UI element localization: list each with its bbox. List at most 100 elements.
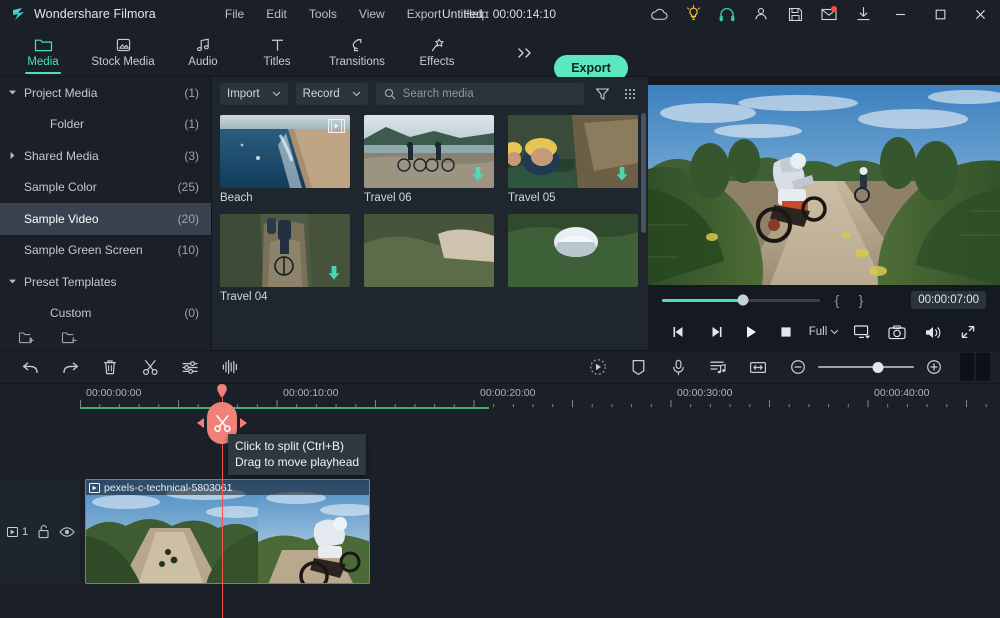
media-thumbnail-travel04[interactable] xyxy=(220,214,350,287)
fullscreen-button[interactable] xyxy=(951,317,986,347)
media-thumbnail-forest[interactable] xyxy=(364,214,494,287)
timeline-clip[interactable]: pexels-c-technical-5803061 xyxy=(85,479,370,584)
download-icon[interactable] xyxy=(846,0,880,28)
video-track-1[interactable]: 1 pexels-c-technical-5803061 xyxy=(0,479,1000,584)
media-thumbnail-beach[interactable] xyxy=(220,115,350,188)
preview-progress-slider[interactable] xyxy=(662,294,820,306)
mark-in-button[interactable]: { xyxy=(830,292,844,308)
panel-layout-toggles[interactable] xyxy=(960,353,990,381)
sidebar-item-sample-green-screen[interactable]: Sample Green Screen (10) xyxy=(0,235,211,267)
search-input[interactable] xyxy=(402,87,576,100)
new-folder-icon[interactable] xyxy=(18,330,35,345)
render-preview-icon[interactable] xyxy=(578,353,618,381)
media-panel-scrollbar[interactable] xyxy=(641,113,646,233)
panel-toggle-left[interactable] xyxy=(960,353,974,381)
timeline-zoom-slider[interactable] xyxy=(818,360,914,374)
display-settings-button[interactable] xyxy=(844,317,879,347)
snapshot-camera-button[interactable] xyxy=(880,317,915,347)
sidebar-count: (25) xyxy=(177,180,199,195)
sidebar-item-sample-color[interactable]: Sample Color (25) xyxy=(0,172,211,204)
media-item[interactable]: Travel 05 xyxy=(508,115,638,204)
menu-item-file[interactable]: File xyxy=(214,3,255,25)
preview-timecode[interactable]: 00:00:07:00 xyxy=(911,291,986,309)
redo-icon[interactable] xyxy=(50,353,90,381)
mail-icon[interactable] xyxy=(812,0,846,28)
preview-quality-dropdown[interactable]: Full xyxy=(804,326,845,338)
media-item[interactable] xyxy=(364,214,494,303)
visibility-eye-icon[interactable] xyxy=(59,526,75,538)
audio-detach-icon[interactable] xyxy=(210,353,250,381)
chevron-right-icon[interactable] xyxy=(0,151,24,160)
panel-toggle-right[interactable] xyxy=(976,353,990,381)
save-icon[interactable] xyxy=(778,0,812,28)
close-button[interactable] xyxy=(960,0,1000,28)
track-header[interactable]: 1 xyxy=(0,479,80,584)
stop-button[interactable] xyxy=(768,317,803,347)
volume-button[interactable] xyxy=(915,317,950,347)
lightbulb-icon[interactable] xyxy=(676,0,710,28)
tab-audio[interactable]: Audio xyxy=(166,29,240,76)
mark-out-button[interactable]: } xyxy=(854,292,868,308)
media-item[interactable]: Beach xyxy=(220,115,350,204)
voiceover-microphone-icon[interactable] xyxy=(658,353,698,381)
sidebar-item-preset-templates[interactable]: Preset Templates xyxy=(0,266,211,298)
play-button[interactable] xyxy=(733,317,768,347)
headphones-icon[interactable] xyxy=(710,0,744,28)
undo-icon[interactable] xyxy=(10,353,50,381)
download-badge-icon[interactable] xyxy=(327,265,341,281)
sidebar-item-shared-media[interactable]: Shared Media (3) xyxy=(0,140,211,172)
maximize-button[interactable] xyxy=(920,0,960,28)
unlock-icon[interactable] xyxy=(37,524,50,539)
delete-icon[interactable] xyxy=(90,353,130,381)
chevron-down-icon[interactable] xyxy=(0,277,24,286)
minimize-button[interactable] xyxy=(880,0,920,28)
cloud-icon[interactable] xyxy=(642,0,676,28)
media-item[interactable] xyxy=(508,214,638,303)
more-tabs-chevron-icon[interactable] xyxy=(512,42,538,64)
preview-video-display[interactable] xyxy=(648,85,1000,285)
account-icon[interactable] xyxy=(744,0,778,28)
import-dropdown[interactable]: Import xyxy=(220,82,288,105)
next-frame-button[interactable] xyxy=(697,317,732,347)
media-item[interactable]: Travel 04 xyxy=(220,214,350,303)
tab-stock-media[interactable]: Stock Media xyxy=(80,29,166,76)
menu-item-edit[interactable]: Edit xyxy=(255,3,298,25)
sidebar-item-project-media[interactable]: Project Media (1) xyxy=(0,77,211,109)
sidebar-item-folder[interactable]: Folder (1) xyxy=(0,109,211,141)
filter-icon[interactable] xyxy=(592,87,612,101)
media-thumbnail-travel06[interactable] xyxy=(364,115,494,188)
preview-progress-knob[interactable] xyxy=(737,294,749,306)
zoom-in-button[interactable] xyxy=(914,353,954,381)
split-scissors-icon[interactable] xyxy=(130,353,170,381)
media-thumbnail-travel05[interactable] xyxy=(508,115,638,188)
sidebar-item-sample-video[interactable]: Sample Video (20) xyxy=(0,203,211,235)
menu-item-view[interactable]: View xyxy=(348,3,396,25)
playhead-left-arrow-icon[interactable] xyxy=(196,417,205,429)
fit-timeline-icon[interactable] xyxy=(738,353,778,381)
download-badge-icon[interactable] xyxy=(615,166,629,182)
tab-effects[interactable]: Effects xyxy=(400,29,474,76)
media-browser-panel: Import Record Search media Beach Travel … xyxy=(212,77,648,350)
grid-view-icon[interactable] xyxy=(620,87,640,101)
adjust-sliders-icon[interactable] xyxy=(170,353,210,381)
beat-detection-icon[interactable] xyxy=(698,353,738,381)
remove-folder-icon[interactable] xyxy=(61,330,78,345)
timeline-panel[interactable]: 00:00:00:00 00:00:10:00 00:00:20:00 00:0… xyxy=(0,384,1000,618)
zoom-out-button[interactable] xyxy=(778,353,818,381)
tab-transitions[interactable]: Transitions xyxy=(314,29,400,76)
chevron-down-icon[interactable] xyxy=(0,88,24,97)
tooltip-line-2: Drag to move playhead xyxy=(235,455,360,469)
playhead-top-marker[interactable] xyxy=(215,384,229,400)
marker-icon[interactable] xyxy=(618,353,658,381)
menu-item-tools[interactable]: Tools xyxy=(298,3,348,25)
zoom-slider-knob[interactable] xyxy=(872,361,884,373)
download-badge-icon[interactable] xyxy=(471,166,485,182)
playhead-right-arrow-icon[interactable] xyxy=(239,417,248,429)
search-media-box[interactable] xyxy=(375,82,584,105)
media-thumbnail-greenhelmet[interactable] xyxy=(508,214,638,287)
previous-frame-button[interactable] xyxy=(662,317,697,347)
media-item[interactable]: Travel 06 xyxy=(364,115,494,204)
tab-titles[interactable]: Titles xyxy=(240,29,314,76)
record-dropdown[interactable]: Record xyxy=(295,82,368,105)
tab-media[interactable]: Media xyxy=(6,29,80,76)
